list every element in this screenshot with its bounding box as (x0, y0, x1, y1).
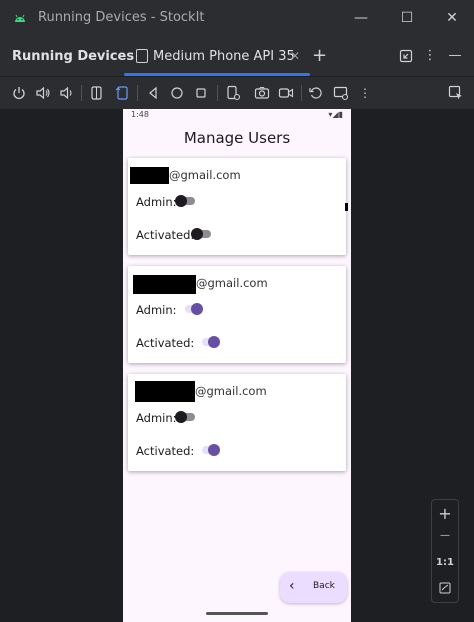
minimize-button[interactable]: — (352, 9, 370, 27)
toolbar-separator (137, 85, 138, 101)
reset-icon[interactable] (308, 85, 324, 101)
switch-thumb (175, 195, 187, 207)
back-button[interactable]: ‹ Back (280, 572, 347, 603)
scroll-indicator (345, 203, 348, 211)
admin-label: Admin: (136, 411, 177, 425)
admin-switch[interactable] (175, 195, 197, 207)
activated-switch[interactable] (198, 444, 220, 456)
switch-thumb (191, 228, 203, 240)
device-icon (136, 49, 148, 63)
activated-switch[interactable] (191, 228, 213, 240)
redacted-email-name (133, 275, 196, 294)
toolbar-separator (301, 85, 302, 101)
admin-label: Admin: (136, 303, 177, 317)
window-title: Running Devices - StockIt (38, 10, 205, 25)
switch-thumb (175, 411, 187, 423)
user-card: @gmail.com Admin: Activated: (128, 266, 346, 363)
tab-underline (124, 73, 310, 76)
new-window-icon[interactable] (399, 49, 413, 63)
rotate-right-icon[interactable] (114, 85, 130, 101)
switch-thumb (208, 336, 220, 348)
more-options-icon[interactable]: ⋮ (423, 49, 437, 63)
toolbar-separator (81, 85, 82, 101)
panel-title: Running Devices (12, 49, 135, 64)
tab-bar: Running Devices Medium Phone API 35 ✕ + … (0, 37, 474, 77)
home-icon[interactable] (169, 85, 185, 101)
user-email: @gmail.com (196, 276, 268, 290)
redacted-email-name (130, 167, 169, 184)
status-icons: ▾◢▮ (328, 110, 343, 119)
power-icon[interactable] (11, 85, 27, 101)
user-card: @gmail.com Admin: Activated: (128, 374, 346, 471)
activated-switch[interactable] (198, 336, 220, 348)
overview-icon[interactable] (193, 85, 209, 101)
volume-down-icon[interactable] (58, 85, 74, 101)
actual-size-button[interactable]: 1:1 (432, 557, 458, 568)
fit-screen-icon[interactable] (439, 582, 451, 594)
close-tab-icon[interactable]: ✕ (290, 49, 300, 63)
volume-up-icon[interactable] (35, 85, 51, 101)
tab-label: Medium Phone API 35 (153, 49, 295, 64)
screenshot-icon[interactable] (254, 85, 270, 101)
tab-medium-phone[interactable]: Medium Phone API 35 ✕ (124, 37, 310, 76)
title-bar: Running Devices - StockIt — ☐ ✕ (0, 0, 474, 37)
chevron-left-icon: ‹ (289, 578, 295, 594)
zoom-out-button[interactable]: — (432, 530, 458, 541)
add-tab-button[interactable]: + (312, 45, 327, 66)
activated-label: Activated: (136, 336, 195, 350)
page-title: Manage Users (183, 129, 291, 147)
status-bar: 1:48 ▾◢▮ (123, 109, 351, 123)
toolbar-separator (217, 85, 218, 101)
user-email: @gmail.com (195, 384, 267, 398)
user-email: @gmail.com (169, 168, 241, 182)
device-settings-icon[interactable] (225, 85, 241, 101)
activated-label: Activated: (136, 444, 195, 458)
screen-record-icon[interactable] (278, 85, 294, 101)
rotate-left-icon[interactable] (89, 85, 105, 101)
android-icon (15, 14, 25, 22)
maximize-button[interactable]: ☐ (398, 9, 416, 27)
hide-panel-icon[interactable]: — (448, 49, 462, 63)
snapshot-icon[interactable] (333, 85, 349, 101)
redacted-email-name (135, 381, 195, 402)
zoom-controls: + — 1:1 (431, 499, 459, 603)
back-button-label: Back (313, 581, 335, 591)
status-time: 1:48 (131, 110, 149, 119)
phone-screen[interactable]: 1:48 ▾◢▮ Manage Users @gmail.com Admin: … (123, 109, 351, 622)
more-icon[interactable]: ⋮ (357, 85, 373, 101)
home-indicator[interactable] (206, 612, 268, 615)
activated-label: Activated: (136, 228, 195, 242)
back-icon[interactable] (145, 85, 161, 101)
admin-switch[interactable] (181, 303, 203, 315)
switch-thumb (191, 303, 203, 315)
close-window-button[interactable]: ✕ (443, 9, 461, 27)
admin-switch[interactable] (175, 411, 197, 423)
user-card: @gmail.com Admin: Activated: (128, 158, 346, 255)
zoom-in-button[interactable]: + (432, 504, 458, 523)
inspect-icon[interactable] (448, 85, 464, 101)
device-toolbar: ⋮ (0, 77, 474, 109)
switch-thumb (208, 444, 220, 456)
admin-label: Admin: (136, 195, 177, 209)
